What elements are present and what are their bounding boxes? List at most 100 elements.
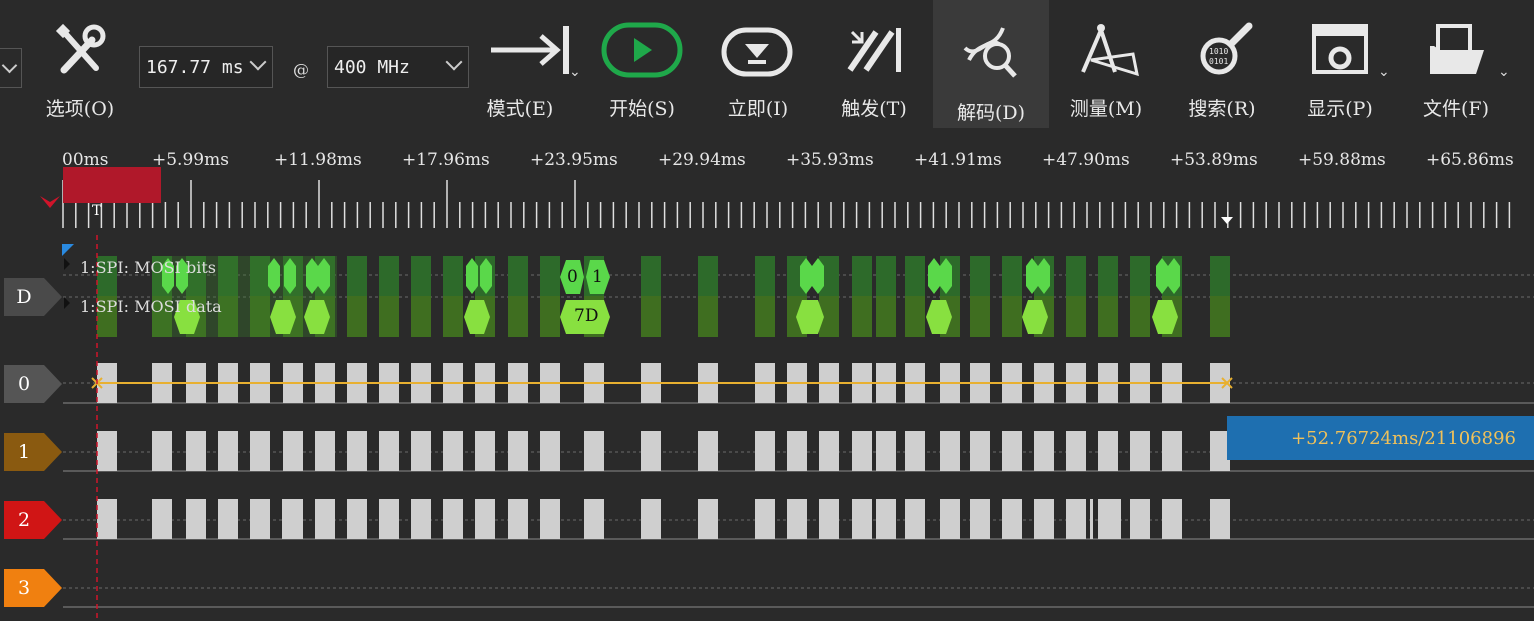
decode-bits-block <box>641 256 661 296</box>
ch1-pulse <box>940 431 960 471</box>
ch1-pulse <box>508 431 528 471</box>
trigger-flag[interactable] <box>63 167 161 203</box>
file-button[interactable]: 文件(F) ⌄ <box>1404 0 1510 128</box>
ch2-glitch <box>1014 499 1017 539</box>
ch1-pulse <box>1034 431 1054 471</box>
measurement-text: +52.76724ms/21106896 <box>1291 428 1516 449</box>
ch2-glitch <box>1070 499 1073 539</box>
trigger-button[interactable]: 触发(T) <box>824 0 924 128</box>
decode-bits-block <box>411 256 431 296</box>
decode-data-block <box>852 296 872 337</box>
arrow-to-bar-icon <box>480 20 580 84</box>
decode-bits-block <box>379 256 399 296</box>
measure-label: 测量(M) <box>1069 98 1143 120</box>
decode-data-block <box>1002 296 1022 337</box>
decoder-tag-label: D <box>16 286 32 308</box>
instant-button[interactable]: 立即(I) <box>708 0 808 128</box>
ch2-pulse <box>1066 499 1086 539</box>
duration-select[interactable]: 167.77 ms <box>139 46 273 88</box>
ch2-glitch <box>830 499 833 539</box>
channel-name: 3 <box>17 577 31 599</box>
ch2-pulse <box>584 499 604 539</box>
ch2-pulse <box>411 499 431 539</box>
ch2-pulse <box>1210 499 1230 539</box>
chevron-down-icon: ⌄ <box>1378 64 1390 80</box>
ch2-pulse <box>347 499 367 539</box>
options-label: 选项(O) <box>45 98 115 120</box>
svg-text:0101: 0101 <box>1209 57 1228 66</box>
ch2-glitch <box>508 499 511 539</box>
decode-data-block <box>443 296 463 337</box>
ch1-pulse <box>1130 431 1150 471</box>
ch1-pulse <box>475 431 495 471</box>
mode-label: 模式(E) <box>486 98 554 120</box>
ch2-glitch <box>856 499 859 539</box>
binary-search-icon: 1010 0101 <box>1172 20 1272 84</box>
duration-value: 167.77 ms <box>146 57 244 78</box>
ch2-pulse <box>755 499 775 539</box>
ch2-pulse <box>218 499 238 539</box>
decoder-corner-marker <box>62 244 74 256</box>
ch1-pulse <box>283 431 303 471</box>
trigger-chevron-icon <box>40 196 60 208</box>
decoder-bit-value: 1 <box>592 267 603 287</box>
trigger-marker-label: T <box>92 203 102 219</box>
instant-label: 立即(I) <box>727 98 789 120</box>
ch2-pulse <box>97 499 117 539</box>
at-sign: @ <box>293 60 309 79</box>
decoder-row-marker <box>64 258 70 270</box>
decoder-row2-label: 1:SPI: MOSI data <box>80 297 222 316</box>
display-button[interactable]: 显示(P) ⌄ <box>1288 0 1392 128</box>
ch2-pulse <box>379 499 399 539</box>
channel-tag-0[interactable]: 0 <box>4 365 62 403</box>
ch2-pulse <box>970 499 990 539</box>
measure-button[interactable]: 测量(M) <box>1056 0 1156 128</box>
decode-bits-block <box>443 256 463 296</box>
decode-bit-hex <box>928 258 940 294</box>
ch1-pulse <box>152 431 172 471</box>
decoder-bit-value: 0 <box>567 267 578 287</box>
mode-button[interactable]: 模式(E) ⌄ <box>480 0 581 128</box>
ch2-glitch <box>480 499 483 539</box>
measurement-box: +52.76724ms/21106896 <box>1227 416 1534 460</box>
decoder-row-marker <box>64 297 70 309</box>
samplerate-select[interactable]: 400 MHz <box>327 46 469 88</box>
ruler-ticks <box>62 180 1511 228</box>
ch2-pulse <box>1034 499 1054 539</box>
time-ruler[interactable]: 00ms +5.99ms +11.98ms +17.96ms +23.95ms … <box>0 140 1534 235</box>
decode-data-block <box>1130 296 1150 337</box>
channel-name: 2 <box>17 509 31 531</box>
decode-bits-block <box>905 256 925 296</box>
decode-button[interactable]: 解码(D) <box>933 0 1049 128</box>
ch1-pulse <box>819 431 839 471</box>
start-label: 开始(S) <box>609 98 675 120</box>
channel-tag-1[interactable]: 1 <box>4 433 62 471</box>
samplerate-value: 400 MHz <box>334 57 410 78</box>
dropdown-left-partial[interactable] <box>0 0 24 128</box>
trigger-icon <box>824 20 924 84</box>
ch2-pulse <box>819 499 839 539</box>
decode-bits-block <box>508 256 528 296</box>
ch2-pulse <box>698 499 718 539</box>
start-button[interactable]: 开始(S) <box>592 0 692 128</box>
ch1-pulse <box>1066 431 1086 471</box>
cursor-marker-icon[interactable] <box>1219 215 1235 227</box>
decode-data-block <box>508 296 528 337</box>
search-button[interactable]: 1010 0101 搜索(R) <box>1172 0 1272 128</box>
ch2-glitch <box>458 499 461 539</box>
ch2-glitch <box>1138 499 1141 539</box>
decode-bits-block <box>698 256 718 296</box>
decode-bits-block <box>1098 256 1118 296</box>
options-button[interactable]: 选项(O) <box>30 0 130 128</box>
decode-data-block <box>876 296 896 337</box>
decode-data-block <box>698 296 718 337</box>
channel-tag-3[interactable]: 3 <box>4 569 62 607</box>
decode-bits-block <box>852 256 872 296</box>
ch1-pulse <box>970 431 990 471</box>
ch1-pulse <box>584 431 604 471</box>
channel-tag-2[interactable]: 2 <box>4 501 62 539</box>
decode-data-block <box>1098 296 1118 337</box>
decoder-tag[interactable]: D <box>4 278 62 316</box>
chevron-down-icon: ⌄ <box>1498 64 1510 80</box>
ch1-pulse <box>755 431 775 471</box>
